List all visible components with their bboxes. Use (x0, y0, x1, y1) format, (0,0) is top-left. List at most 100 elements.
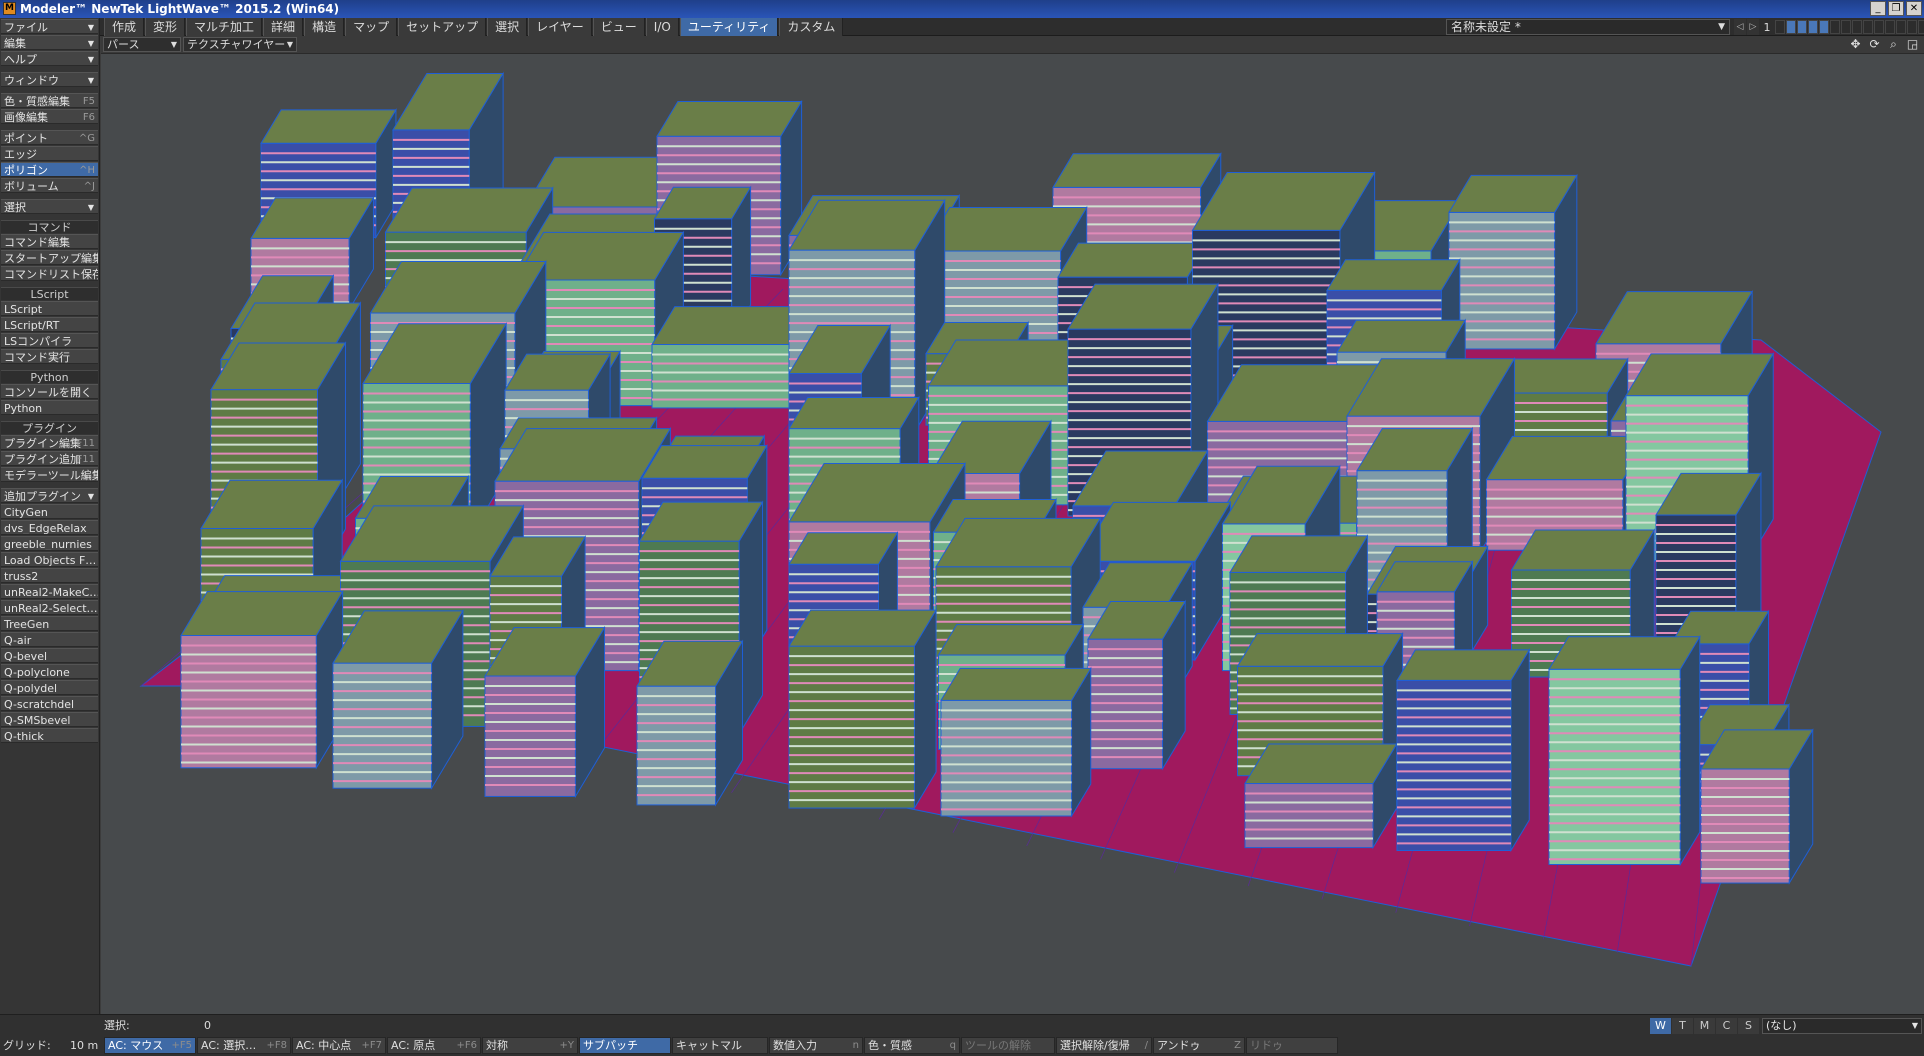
bottom-tool-7[interactable]: 数値入力 n (769, 1037, 863, 1054)
bottom-tool-0[interactable]: AC: マウス +F5 (104, 1037, 196, 1054)
additional-plugin-item[interactable]: Q-thick (1, 728, 98, 743)
mode-polygons-button[interactable]: ポリゴン ^H (1, 162, 98, 177)
command-item[interactable]: コマンドリスト保存 (1, 266, 98, 281)
tab-10[interactable]: I/O (645, 18, 679, 36)
tab-1[interactable]: 変形 (145, 18, 186, 36)
help-menu[interactable]: ヘルプ ▼ (1, 51, 98, 66)
bottom-tool-11[interactable]: アンドゥ Z (1153, 1037, 1245, 1054)
tab-0[interactable]: 作成 (104, 18, 145, 36)
bottom-tool-5[interactable]: サブパッチ (579, 1037, 671, 1054)
additional-plugin-item[interactable]: Q-air (1, 632, 98, 647)
additional-plugin-item[interactable]: Q-polydel (1, 680, 98, 695)
tab-4[interactable]: 構造 (304, 18, 345, 36)
additional-plugins-menu[interactable]: 追加プラグイン ▼ (1, 488, 98, 503)
layer-prev-icon[interactable]: ◁ (1734, 19, 1746, 35)
tab-6[interactable]: セットアップ (398, 18, 487, 36)
layer-cell[interactable] (1852, 20, 1862, 34)
bottom-tool-3[interactable]: AC: 原点 +F6 (387, 1037, 481, 1054)
layer-cell[interactable] (1775, 20, 1785, 34)
additional-plugin-item[interactable]: Q-polyclone (1, 664, 98, 679)
lscript-item[interactable]: LScript/RT (1, 317, 98, 332)
rotate-icon[interactable]: ⟳ (1867, 37, 1882, 52)
color-mode-button[interactable]: C (1716, 1018, 1737, 1034)
additional-plugin-item[interactable]: truss2 (1, 568, 98, 583)
layer-cell[interactable] (1907, 20, 1917, 34)
tab-2[interactable]: マルチ加工 (186, 18, 263, 36)
bottom-tool-4[interactable]: 対称 +Y (482, 1037, 578, 1054)
additional-plugin-item[interactable]: CityGen (1, 504, 98, 519)
python-item[interactable]: コンソールを開く (1, 384, 98, 399)
layer-cell-active[interactable] (1797, 20, 1807, 34)
bottom-tool-2[interactable]: AC: 中心点 +F7 (292, 1037, 386, 1054)
surface-editor-button[interactable]: 色・質感編集 F5 (1, 93, 98, 108)
shading-mode-select[interactable]: テクスチャワイヤー ▼ (183, 37, 297, 52)
bottom-tool-6[interactable]: キャットマル (672, 1037, 768, 1054)
image-editor-button[interactable]: 画像編集 F6 (1, 109, 98, 124)
image-editor-label: 画像編集 (4, 111, 48, 124)
bottom-tool-10[interactable]: 選択解除/復帰 / (1056, 1037, 1152, 1054)
layer-cell[interactable] (1841, 20, 1851, 34)
tab-3[interactable]: 詳細 (263, 18, 304, 36)
lscript-item[interactable]: LScript (1, 301, 98, 316)
layer-cell[interactable] (1830, 20, 1840, 34)
tab-9[interactable]: ビュー (592, 18, 645, 36)
selection-set-mode-button[interactable]: S (1738, 1018, 1759, 1034)
additional-plugin-item[interactable]: greeble_nurnies (1, 536, 98, 551)
layer-cell[interactable] (1863, 20, 1873, 34)
plugin-item[interactable]: プラグイン編集 ^F11 (1, 435, 98, 450)
tab-5[interactable]: マップ (345, 18, 398, 36)
layer-cell[interactable] (1874, 20, 1884, 34)
additional-plugin-item[interactable]: TreeGen (1, 616, 98, 631)
scene-selector[interactable]: 名称未設定 * ▼ (1446, 19, 1730, 35)
additional-plugin-item[interactable]: Q-SMSbevel (1, 712, 98, 727)
minimize-button[interactable]: _ (1870, 1, 1886, 16)
move-icon[interactable]: ✥ (1848, 37, 1863, 52)
tab-7[interactable]: 選択 (487, 18, 528, 36)
mode-label: エッジ (4, 148, 37, 161)
bottom-tool-12[interactable]: リドゥ (1246, 1037, 1338, 1054)
layer-cell[interactable] (1896, 20, 1906, 34)
plugin-item[interactable]: プラグイン追加 F11 (1, 451, 98, 466)
mode-points-button[interactable]: ポイント ^G (1, 130, 98, 145)
mode-edges-button[interactable]: エッジ (1, 146, 98, 161)
file-menu[interactable]: ファイル ▼ (1, 19, 98, 34)
morph-mode-button[interactable]: M (1694, 1018, 1715, 1034)
selection-menu[interactable]: 選択 ▼ (1, 199, 98, 214)
vmap-select[interactable]: (なし) ▼ (1762, 1018, 1922, 1034)
command-item[interactable]: スタートアップ編集 (1, 250, 98, 265)
bottom-tool-8[interactable]: 色・質感 q (864, 1037, 960, 1054)
layer-cell[interactable] (1918, 20, 1924, 34)
tab-8[interactable]: レイヤー (528, 18, 592, 36)
zoom-icon[interactable]: ⌕ (1886, 37, 1901, 52)
bottom-tool-1[interactable]: AC: 選択… +F8 (197, 1037, 291, 1054)
layer-cell-active[interactable] (1808, 20, 1818, 34)
additional-plugin-item[interactable]: unReal2-Select… (1, 600, 98, 615)
layer-cell-active[interactable] (1786, 20, 1796, 34)
additional-plugin-item[interactable]: unReal2-MakeC… (1, 584, 98, 599)
additional-plugin-item[interactable]: Q-scratchdel (1, 696, 98, 711)
maximize-button[interactable]: ❐ (1888, 1, 1904, 16)
command-item[interactable]: コマンド編集 (1, 234, 98, 249)
additional-plugin-item[interactable]: Q-bevel (1, 648, 98, 663)
tab-11[interactable]: ユーティリティ (679, 18, 779, 36)
tab-12[interactable]: カスタム (779, 18, 844, 36)
additional-plugin-item[interactable]: Load Objects F… (1, 552, 98, 567)
close-button[interactable]: ✕ (1906, 1, 1922, 16)
view-type-select[interactable]: パース ▼ (103, 37, 181, 52)
maximize-icon[interactable]: ◲ (1905, 37, 1920, 52)
edit-menu[interactable]: 編集 ▼ (1, 35, 98, 50)
layer-cell[interactable] (1885, 20, 1895, 34)
texture-mode-button[interactable]: T (1672, 1018, 1693, 1034)
lscript-item[interactable]: コマンド実行 (1, 349, 98, 364)
python-item[interactable]: Python (1, 400, 98, 415)
plugin-item[interactable]: モデラーツール編集 (1, 467, 98, 482)
weight-mode-button[interactable]: W (1650, 1018, 1671, 1034)
bottom-tool-9[interactable]: ツールの解除 (961, 1037, 1055, 1054)
window-menu[interactable]: ウィンドウ ▼ (1, 72, 98, 87)
perspective-viewport[interactable]: パース ▼ テクスチャワイヤー ▼ ✥ ⟳ ⌕ ◲ (101, 36, 1924, 1014)
layer-next-icon[interactable]: ▷ (1747, 19, 1759, 35)
lscript-item[interactable]: LSコンパイラ (1, 333, 98, 348)
additional-plugin-item[interactable]: dvs_EdgeRelax (1, 520, 98, 535)
layer-cell-active[interactable] (1819, 20, 1829, 34)
mode-volume-button[interactable]: ボリューム ^J (1, 178, 98, 193)
